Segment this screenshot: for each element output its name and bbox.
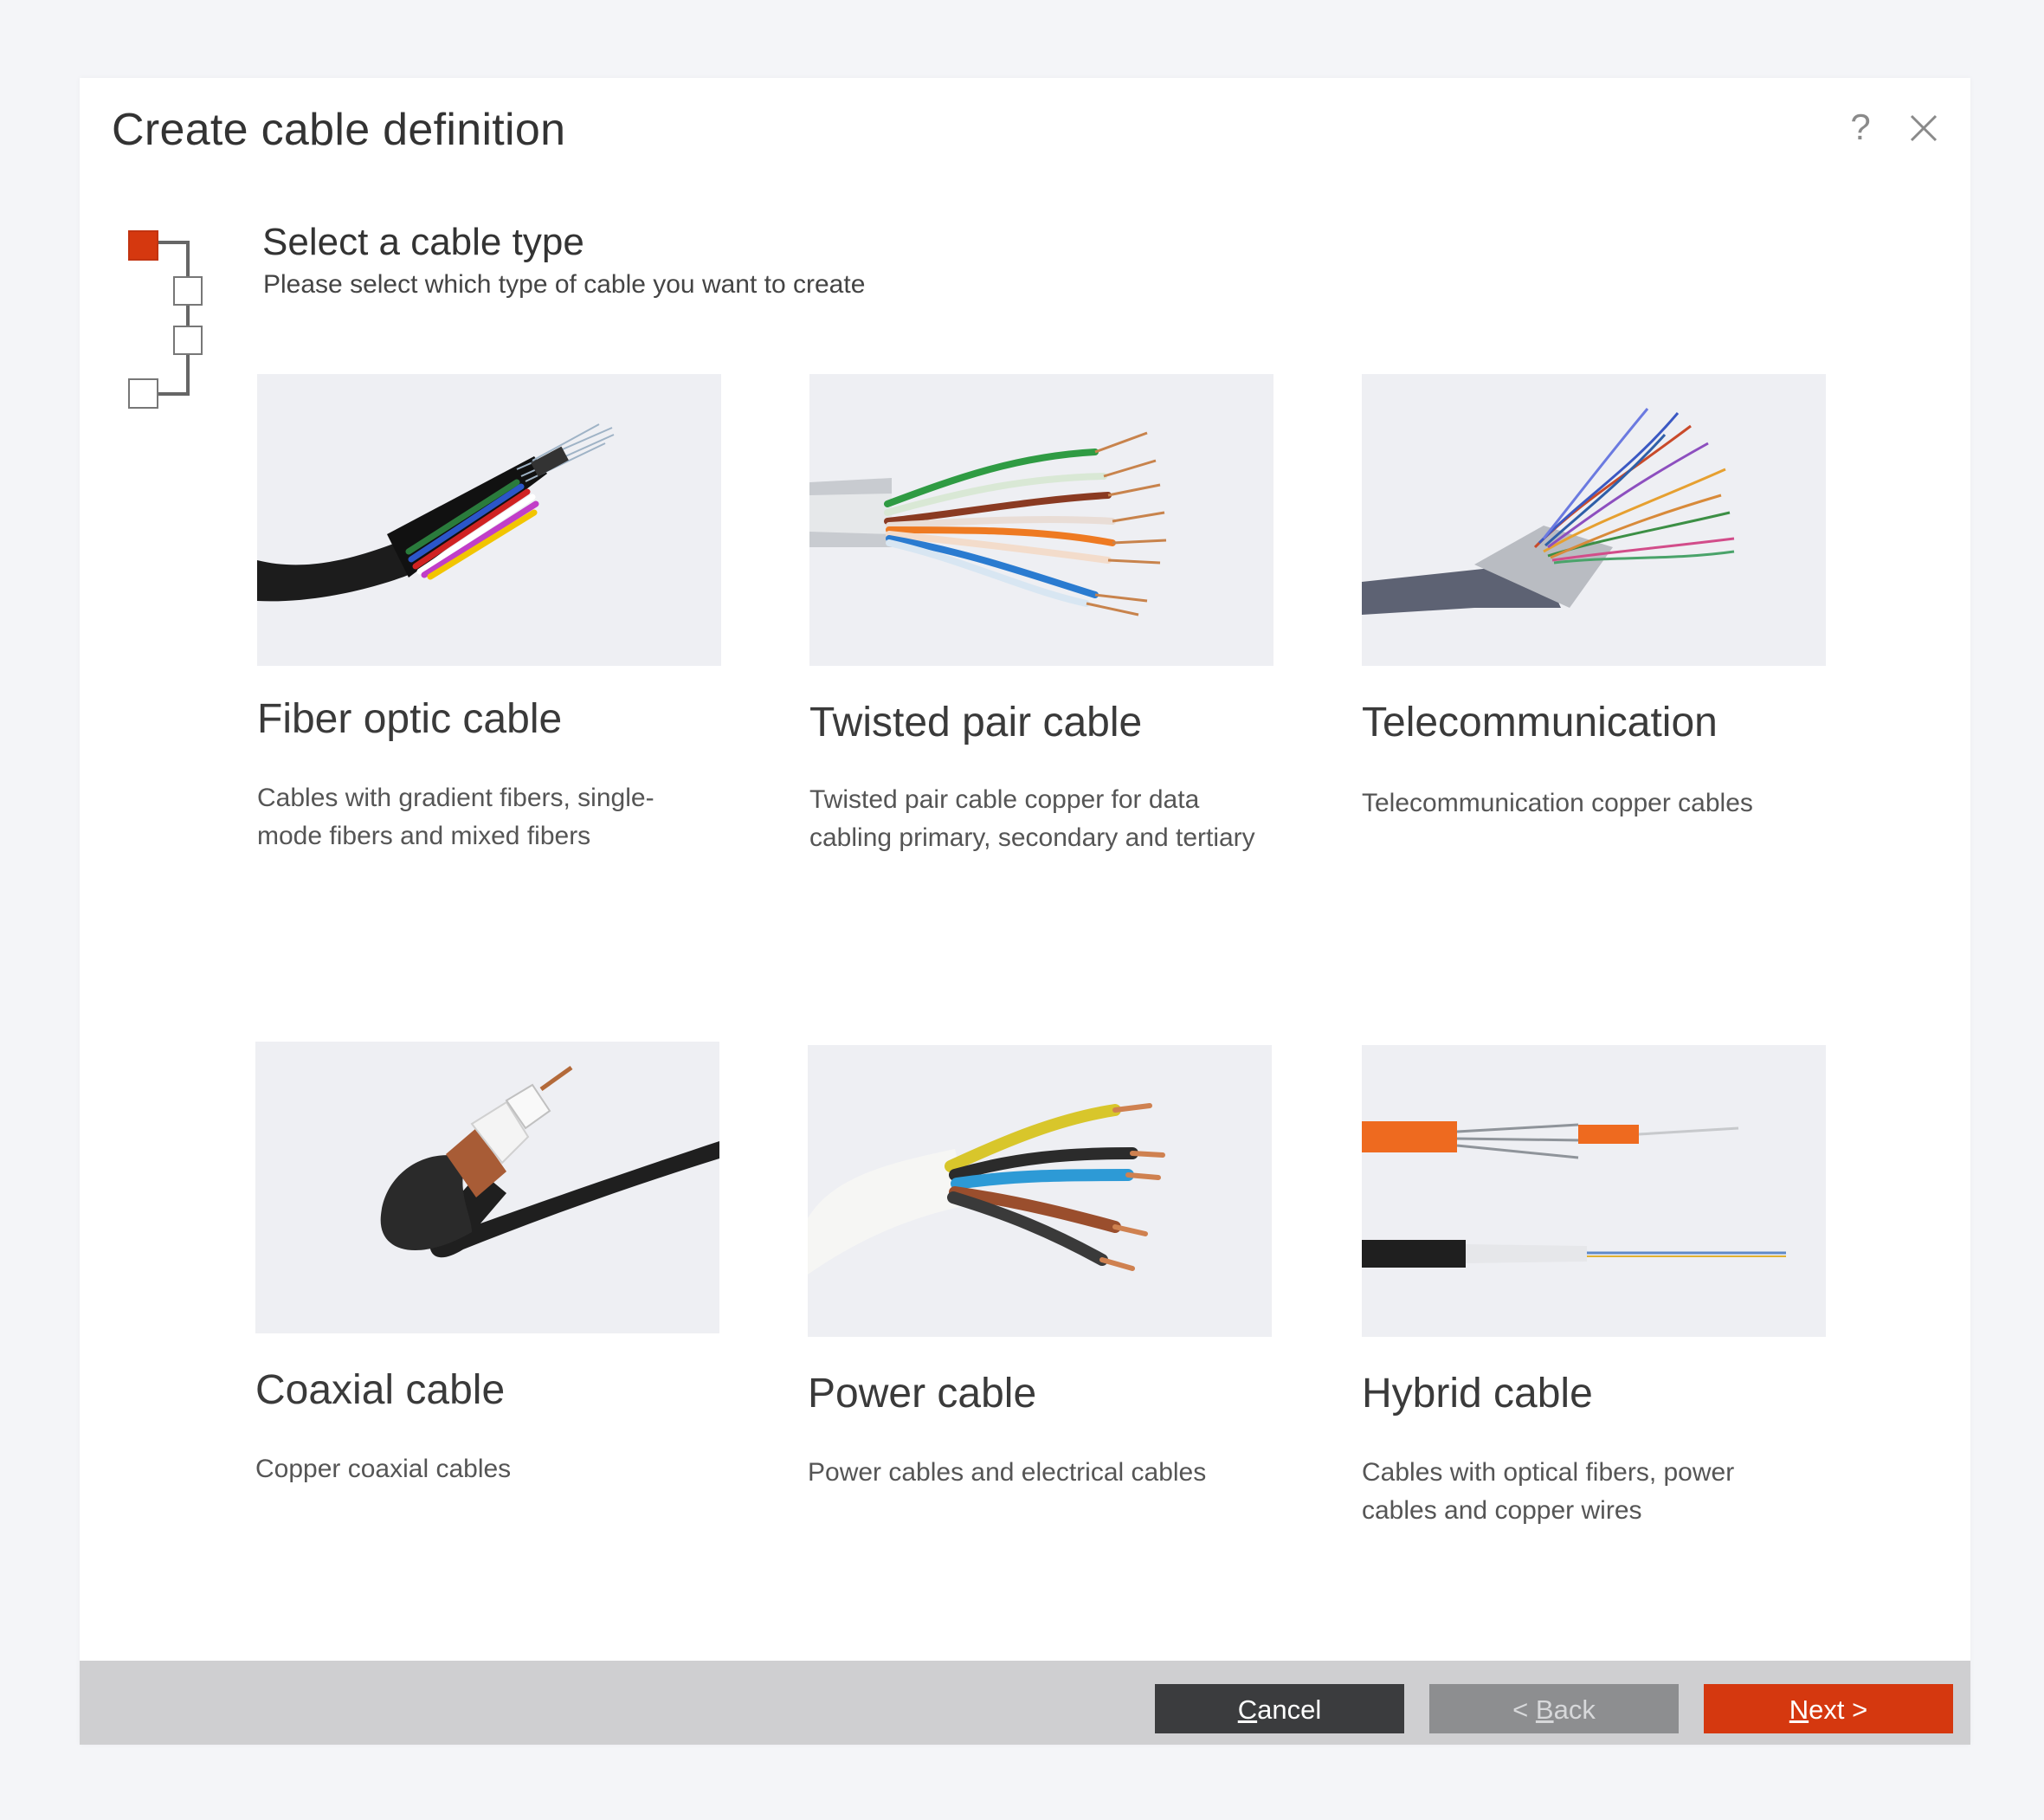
card-title: Coaxial cable [255,1367,506,1413]
telecommunication-cable-image [1362,374,1826,666]
power-cable-image [808,1045,1272,1337]
next-button[interactable]: Next > [1704,1684,1953,1733]
card-twisted-pair-cable[interactable]: Twisted pair cable Twisted pair cable co… [809,374,1273,857]
fiber-optic-cable-image [257,374,721,666]
card-fiber-optic-cable[interactable]: Fiber optic cable Cables with gradient f… [257,374,721,855]
card-description: Copper coaxial cables [255,1455,512,1483]
step-3-marker [173,326,203,355]
help-icon[interactable]: ? [1843,106,1878,149]
back-button[interactable]: < Back [1429,1684,1679,1733]
cancel-button[interactable]: Cancel [1155,1684,1404,1733]
step-title: Select a cable type [262,221,584,263]
step-2-marker [173,276,203,306]
card-description: Cables with optical fibers, power cables… [1362,1458,1735,1525]
card-hybrid-cable[interactable]: Hybrid cable Cables with optical fibers,… [1362,1045,1826,1530]
card-title: Telecommunication [1362,700,1718,745]
close-icon[interactable] [1906,111,1941,145]
dialog-footer: Cancel < Back Next > [80,1661,1970,1745]
card-description: Cables with gradient fibers, single-mode… [257,784,654,850]
step-4-marker [128,378,158,409]
step-subtitle: Please select which type of cable you wa… [263,270,866,299]
dialog-title: Create cable definition [112,105,566,155]
card-description: Power cables and electrical cables [808,1458,1207,1487]
card-title: Hybrid cable [1362,1371,1593,1417]
card-title: Fiber optic cable [257,696,563,742]
hybrid-cable-image [1362,1045,1826,1337]
card-coaxial-cable[interactable]: Coaxial cable Copper coaxial cables [255,1042,719,1488]
step-1-marker [128,230,158,261]
card-power-cable[interactable]: Power cable Power cables and electrical … [808,1045,1272,1492]
create-cable-dialog: Create cable definition ? Select a cable… [80,78,1970,1745]
card-telecommunication-cable[interactable]: Telecommunication Telecommunication copp… [1362,374,1826,823]
twisted-pair-cable-image [809,374,1273,666]
step-progress-indicator [128,230,203,409]
card-title: Power cable [808,1371,1037,1417]
card-description: Telecommunication copper cables [1362,789,1753,817]
card-description: Twisted pair cable copper for data cabli… [809,785,1255,852]
coaxial-cable-image [255,1042,719,1333]
card-title: Twisted pair cable [809,700,1143,745]
